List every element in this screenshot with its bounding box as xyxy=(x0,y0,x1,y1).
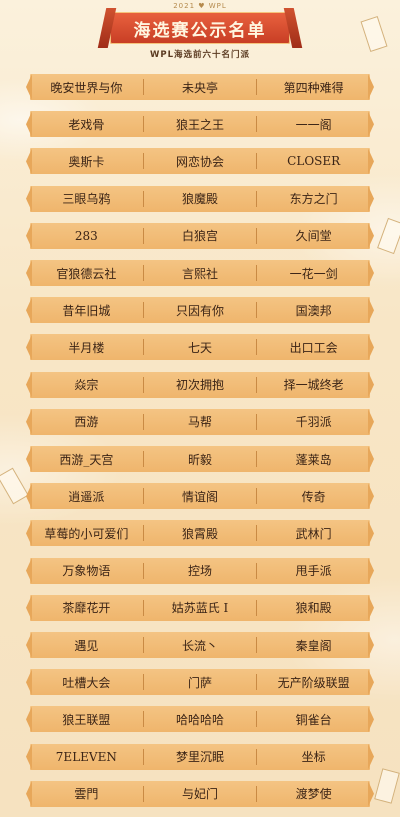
team-name: 传奇 xyxy=(301,489,326,504)
list-row: 三眼乌鸦 狼魔殿 东方之门 xyxy=(30,185,370,212)
team-name: 一一阁 xyxy=(295,117,332,132)
team-name: 白狼宫 xyxy=(182,229,219,244)
page-title: 海选赛公示名单 xyxy=(110,12,290,44)
team-name: 狼霄殿 xyxy=(182,526,219,541)
team-name: 七天 xyxy=(188,340,213,355)
list-row: 焱宗 初次拥抱 择一城终老 xyxy=(30,371,370,398)
team-name: 半月楼 xyxy=(68,340,105,355)
team-name: CLOSER xyxy=(287,154,341,169)
team-name: 马帮 xyxy=(188,415,213,430)
team-name: 狼王联盟 xyxy=(62,712,111,727)
team-name: 无产阶级联盟 xyxy=(277,675,350,690)
team-name: 昔年旧城 xyxy=(62,303,111,318)
team-name: 东方之门 xyxy=(289,192,338,207)
team-name: 老戏骨 xyxy=(68,117,105,132)
team-name: 姑苏蓝氏 Ⅰ xyxy=(171,601,229,616)
team-name: 遇见 xyxy=(74,638,99,653)
team-name: 一花一剑 xyxy=(289,266,338,281)
team-name: 门萨 xyxy=(188,675,213,690)
team-name: 国澳邦 xyxy=(295,303,332,318)
team-name: 狼王之王 xyxy=(176,117,225,132)
team-name: 万象物语 xyxy=(62,564,111,579)
team-name: 西游 xyxy=(74,415,99,430)
team-name: 三眼乌鸦 xyxy=(62,192,111,207)
team-name: 焱宗 xyxy=(74,378,99,393)
team-name: 长流丶 xyxy=(182,638,219,653)
team-name: 逍遥派 xyxy=(68,489,105,504)
decorative-card-icon xyxy=(377,217,400,255)
list-row: 雲門 与妃门 渡梦使 xyxy=(30,780,370,807)
team-name: 哈哈哈哈 xyxy=(176,712,225,727)
team-name: 雲門 xyxy=(74,787,99,802)
list-row: 茶靡花开 姑苏蓝氏 Ⅰ 狼和殿 xyxy=(30,594,370,621)
list-row: 吐槽大会 门萨 无产阶级联盟 xyxy=(30,669,370,696)
list-row: 逍遥派 情谊阁 传奇 xyxy=(30,483,370,510)
list-row: 昔年旧城 只因有你 国澳邦 xyxy=(30,297,370,324)
list-row: 西游_天宫 昕毅 蓬莱岛 xyxy=(30,446,370,472)
team-name: 只因有你 xyxy=(176,303,225,318)
team-name: 7ELEVEN xyxy=(55,749,117,764)
team-name: 久间堂 xyxy=(295,229,332,244)
team-name: 情谊阁 xyxy=(182,489,219,504)
team-name: 与妃门 xyxy=(182,787,219,802)
team-name: 初次拥抱 xyxy=(176,378,225,393)
team-name: 官狼德云社 xyxy=(56,266,117,281)
team-name: 出口工会 xyxy=(289,340,338,355)
list-row: 狼王联盟 哈哈哈哈 铜雀台 xyxy=(30,706,370,733)
team-name: 控场 xyxy=(188,564,213,579)
team-name: 梦里沉眠 xyxy=(176,750,225,765)
list-row: 晚安世界与你 未央亭 第四种难得 xyxy=(30,74,370,100)
team-name: 283 xyxy=(74,228,98,243)
year-line: 2021 ♥ WPL xyxy=(173,2,227,10)
page-subtitle: WPL海选前六十名门派 xyxy=(149,50,251,60)
team-name: 狼魔殿 xyxy=(182,192,219,207)
team-name: 择一城终老 xyxy=(283,378,344,393)
team-name: 昕毅 xyxy=(188,452,213,467)
list-row: 官狼德云社 言熙社 一花一剑 xyxy=(30,260,370,286)
team-name: 西游_天宫 xyxy=(59,452,114,467)
list-row: 半月楼 七天 出口工会 xyxy=(30,334,370,361)
team-name: 吐槽大会 xyxy=(62,675,111,690)
list-row: 万象物语 控场 甩手派 xyxy=(30,557,370,584)
decorative-card-icon xyxy=(374,768,400,804)
team-name: 坐标 xyxy=(301,750,326,765)
list-row: 遇见 长流丶 秦皇阁 xyxy=(30,632,370,658)
team-name: 秦皇阁 xyxy=(295,638,332,653)
team-name: 甩手派 xyxy=(295,564,332,579)
decorative-card-icon xyxy=(0,467,29,505)
header: 2021 ♥ WPL 海选赛公示名单 WPL海选前六十名门派 xyxy=(0,0,400,66)
team-name: 蓬莱岛 xyxy=(295,452,332,467)
list-row: 奥斯卡 网恋协会 CLOSER xyxy=(30,148,370,175)
team-name: 晚安世界与你 xyxy=(50,80,123,95)
team-name: 武林门 xyxy=(295,526,332,541)
team-name: 言熙社 xyxy=(182,266,219,281)
list-row: 老戏骨 狼王之王 一一阁 xyxy=(30,111,370,138)
team-name: 狼和殿 xyxy=(295,601,332,616)
team-name: 草莓的小可爱们 xyxy=(44,526,129,541)
team-name: 网恋协会 xyxy=(176,154,225,169)
team-name: 第四种难得 xyxy=(283,80,344,95)
team-name: 千羽派 xyxy=(295,415,332,430)
list-row: 283 白狼宫 久间堂 xyxy=(30,222,370,249)
team-name: 奥斯卡 xyxy=(68,154,105,169)
team-name: 茶靡花开 xyxy=(62,601,111,616)
team-name: 未央亭 xyxy=(182,80,219,95)
list-row: 7ELEVEN 梦里沉眠 坐标 xyxy=(30,743,370,770)
list-row: 草莓的小可爱们 狼霄殿 武林门 xyxy=(30,520,370,547)
team-name: 铜雀台 xyxy=(295,712,332,727)
team-name: 渡梦使 xyxy=(295,787,332,802)
list-row: 西游 马帮 千羽派 xyxy=(30,408,370,435)
